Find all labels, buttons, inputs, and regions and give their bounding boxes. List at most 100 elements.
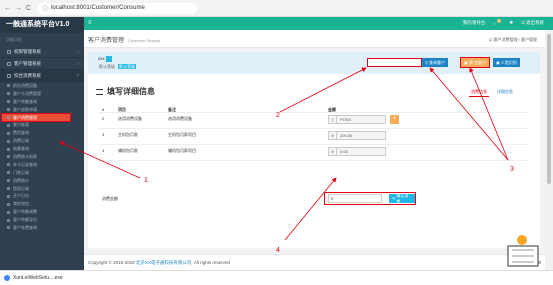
aux-fee-field[interactable]: ¥0.00 (328, 147, 386, 156)
circle-icon (7, 171, 10, 175)
search-customer-button[interactable]: ⚲ 查询客户 (422, 58, 449, 67)
search-group: ⚲ 查询客户 (367, 58, 449, 67)
sidebar-subitem[interactable]: 客户退款申请 (0, 106, 84, 114)
sidebar-subitem[interactable]: 客户卡消费管理 (0, 90, 84, 98)
company-link[interactable]: 北京XX电子通科技有限公司 (136, 260, 192, 265)
form-heading: 填写详细信息 (96, 86, 155, 97)
circle-icon (7, 147, 10, 151)
sidebar-group-customers[interactable]: 客户管理系统 ‹ (0, 58, 84, 70)
app-logo: 一触通系统平台V1.0 (0, 17, 84, 33)
circle-icon (7, 92, 10, 96)
notification-badge: 8 (497, 19, 502, 23)
sidebar-subitem-label: 套行账管 (13, 122, 29, 128)
sidebar-subitem-label: 客户余额导出 (13, 217, 37, 223)
operation-buttons: ▣ 清 空客户 ▣ 人脸识别 (459, 57, 520, 68)
download-bar: XunLeiWebSetu....exe (0, 270, 553, 285)
sidebar-subitem[interactable]: 客户余额导出 (0, 216, 84, 224)
sidebar-subitem[interactable]: 客户余额查询 (0, 98, 84, 106)
add-device-button[interactable]: + (390, 115, 399, 124)
topbar-dashboard-link[interactable]: 我的领导台 (463, 20, 486, 26)
edit-icon: ☑ (488, 37, 493, 42)
gear-icon[interactable]: ✱ (509, 20, 513, 26)
circle-icon (7, 226, 10, 230)
bell-icon[interactable]: ♪ (493, 21, 495, 26)
annotation-label-3: 3 (510, 166, 514, 173)
download-file[interactable]: XunLeiWebSetu....exe (13, 275, 63, 281)
sidebar-subitem[interactable]: 提现记录 (0, 185, 84, 193)
sidebar-subitem-label: 门禁记录 (13, 169, 29, 175)
page-header: 客户消费管理 Customer Deposit ☑ 客户消费管理 / 客户管理 (84, 30, 545, 48)
confirm-consume-button[interactable]: ✎ 确认消费 (388, 193, 415, 204)
table-row: 4 辅机包月款 辅机包月款项目 ¥0.00 (98, 145, 528, 161)
address-bar[interactable]: ⓘ localhost:8001/Customer/Consume (37, 2, 198, 14)
sidebar-subitem-label: 开户日志 (13, 193, 29, 199)
reload-icon[interactable]: C (26, 5, 31, 12)
list-icon (96, 88, 103, 95)
circle-icon (7, 84, 10, 88)
device-select[interactable]: ▯ POSS (328, 115, 386, 124)
info-icon: ⓘ (42, 6, 49, 13)
tab-detail-info[interactable]: 详细信息 (495, 88, 515, 97)
sidebar-subitem-label: 客户余额调整 (13, 209, 37, 215)
form-tabs: 消费信息 详细信息 (469, 88, 515, 97)
sidebar-group-permissions[interactable]: 权限管理系统 ‹ (0, 46, 84, 58)
page-subtitle: Customer Deposit (128, 38, 161, 43)
sidebar-subitem[interactable]: 补卡记录查询 (0, 161, 84, 169)
sidebar-subitem-label: 客户消费管理 (13, 114, 37, 120)
breadcrumb-home[interactable]: 客户消费管理 (494, 37, 518, 42)
circle-icon (7, 194, 10, 198)
forward-icon[interactable]: → (15, 5, 22, 12)
host-fee-field[interactable]: ¥200.00 (328, 131, 386, 140)
sidebar-subitem[interactable]: 客户年费查询 (0, 224, 84, 232)
logout-link[interactable]: ⏻ 退出系统 (521, 20, 544, 26)
circle-icon (7, 187, 10, 191)
circle-icon (7, 116, 10, 119)
sidebar-subitem[interactable]: 消费统计 (0, 177, 84, 185)
circle-icon (7, 139, 10, 143)
sidebar-subitem-label: 结算查询 (13, 146, 29, 152)
sidebar-subitem-label: 客户余额查询 (13, 98, 37, 104)
sidebar-subitems: 前台消费设备 客户卡消费管理 客户余额查询 客户退款申请 客户消费管理 套行账管 费用查询消… (0, 82, 84, 232)
menu-title: 功能导航 (6, 37, 22, 42)
sidebar-subitem-label: 客户退款申请 (13, 106, 37, 112)
menu-toggle-icon[interactable]: ≡ (88, 20, 92, 26)
sidebar-subitem[interactable]: 客户余额调整 (0, 208, 84, 216)
sidebar-subitem-label: 客户年费查询 (13, 224, 37, 230)
sidebar-subitem[interactable]: 费用查询 (0, 129, 84, 137)
sidebar-subitem[interactable]: 门禁记录 (0, 169, 84, 177)
circle-icon (7, 179, 10, 183)
rights-text: , All rights reserved (191, 260, 230, 265)
tab-consume-info[interactable]: 消费信息 (469, 88, 489, 97)
folder-icon (7, 61, 11, 66)
folder-icon (7, 73, 11, 78)
scrollbar-thumb[interactable] (547, 34, 551, 184)
page-scrollbar[interactable] (545, 30, 553, 270)
back-icon[interactable]: ← (4, 5, 11, 12)
sidebar-subitem[interactable]: 开户日志 (0, 192, 84, 200)
sidebar-subitem-label: 费用查询 (13, 130, 29, 136)
device-icon: ▯ (329, 116, 337, 123)
clear-customer-button[interactable]: ▣ 清 空客户 (459, 57, 491, 68)
sidebar-subitem[interactable]: 我的钱包 (0, 200, 84, 208)
customer-badge (105, 56, 112, 62)
sidebar-subitem-label: 我的钱包 (13, 201, 29, 207)
customer-search-input[interactable] (367, 58, 422, 67)
pay-amount-input[interactable]: 0 (328, 194, 382, 203)
face-recognition-button[interactable]: ▣ 人脸识别 (493, 58, 520, 67)
page-title: 客户消费管理 (88, 38, 125, 44)
sidebar-subitem-label: 消费统计 (13, 177, 29, 183)
sidebar-subitem-label: 消费统计报表 (13, 153, 37, 159)
sidebar-subitem[interactable]: 客户消费管理 (1, 112, 71, 123)
pay-amount-label: 消费金额 (102, 196, 118, 201)
circle-icon (7, 202, 10, 206)
folder-icon (7, 49, 11, 54)
sidebar-subitem[interactable]: 消费记录 (0, 137, 84, 145)
sidebar-subitem[interactable]: 前台消费设备 (0, 82, 84, 90)
sidebar-subitem[interactable]: 套行账管 (0, 121, 84, 129)
sidebar-group-consumption[interactable]: 综合消费系统 ˅ (0, 70, 84, 82)
circle-icon (7, 108, 10, 112)
table-row: 3 主机包月款 主机包月款项目 ¥200.00 (98, 129, 528, 145)
sidebar-subitem[interactable]: 结算查询 (0, 145, 84, 153)
top-navbar: ≡ 我的领导台 ♪ 8 ✱ ⏻ 退出系统 (84, 17, 553, 30)
sidebar-subitem[interactable]: 消费统计报表 (0, 153, 84, 161)
